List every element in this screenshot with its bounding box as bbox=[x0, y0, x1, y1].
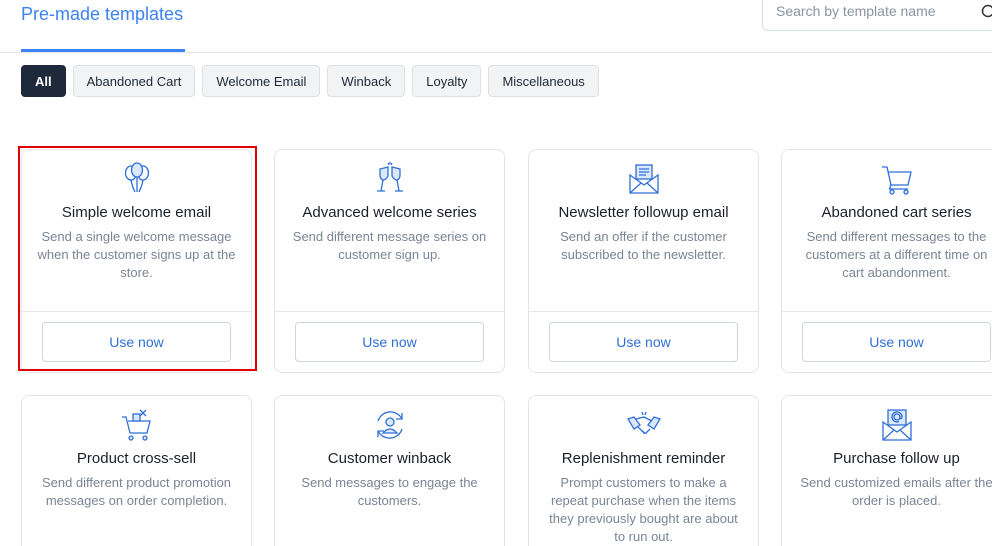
search-icon[interactable] bbox=[981, 4, 992, 20]
card-title: Simple welcome email bbox=[61, 204, 212, 221]
use-now-button[interactable]: Use now bbox=[295, 322, 484, 362]
shopping-cart-icon bbox=[881, 166, 912, 195]
top-bar: Pre-made templates bbox=[0, 0, 992, 53]
card-divider bbox=[529, 311, 758, 312]
template-card-product-cross-sell: Product cross-sell Send different produc… bbox=[21, 395, 252, 546]
card-description: Send an offer if the customer subscribed… bbox=[560, 229, 727, 262]
card-description: Send messages to engage the customers. bbox=[301, 475, 478, 508]
use-now-button[interactable]: Use now bbox=[42, 322, 231, 362]
customer-refresh-icon bbox=[376, 411, 403, 439]
use-now-button[interactable]: Use now bbox=[549, 322, 738, 362]
template-card-simple-welcome-email: Simple welcome email Send a single welco… bbox=[21, 149, 252, 373]
card-title: Advanced welcome series bbox=[302, 204, 477, 221]
balloons-icon bbox=[124, 162, 149, 193]
card-divider bbox=[275, 311, 504, 312]
filter-winback[interactable]: Winback bbox=[327, 65, 406, 97]
search-box bbox=[762, 0, 992, 31]
card-title: Replenishment reminder bbox=[561, 450, 726, 467]
active-tab-indicator bbox=[21, 49, 185, 52]
envelope-at-icon bbox=[881, 409, 912, 441]
card-description: Send a single welcome message when the c… bbox=[37, 229, 236, 280]
card-title: Product cross-sell bbox=[76, 450, 197, 467]
card-divider bbox=[22, 311, 251, 312]
filter-abandoned-cart[interactable]: Abandoned Cart bbox=[72, 65, 196, 97]
card-title: Newsletter followup email bbox=[558, 204, 729, 221]
tab-pre-made-templates[interactable]: Pre-made templates bbox=[21, 4, 183, 25]
card-divider bbox=[782, 311, 992, 312]
card-description: Send different product promotion message… bbox=[41, 475, 232, 508]
envelope-letter-icon bbox=[628, 164, 659, 194]
card-description: Prompt customers to make a repeat purcha… bbox=[549, 475, 738, 544]
use-now-button[interactable]: Use now bbox=[802, 322, 991, 362]
filter-all[interactable]: All bbox=[21, 65, 66, 97]
filter-loyalty[interactable]: Loyalty bbox=[412, 65, 482, 97]
template-card-replenishment-reminder: Replenishment reminder Prompt customers … bbox=[528, 395, 759, 546]
cart-crosssell-icon bbox=[121, 409, 151, 441]
card-description: Send customized emails after the order i… bbox=[800, 475, 992, 508]
template-card-abandoned-cart-series: Abandoned cart series Send different mes… bbox=[781, 149, 992, 373]
filter-chips: All Abandoned Cart Welcome Email Winback… bbox=[21, 65, 599, 97]
filter-miscellaneous[interactable]: Miscellaneous bbox=[488, 65, 599, 97]
card-title: Customer winback bbox=[327, 450, 452, 467]
card-description: Send different messages to the customers… bbox=[805, 229, 988, 280]
card-description: Send different message series on custome… bbox=[292, 229, 487, 262]
filter-welcome-email[interactable]: Welcome Email bbox=[202, 65, 321, 97]
template-card-customer-winback: Customer winback Send messages to engage… bbox=[274, 395, 505, 546]
template-card-newsletter-followup-email: Newsletter followup email Send an offer … bbox=[528, 149, 759, 373]
card-title: Purchase follow up bbox=[833, 450, 960, 467]
handshake-icon bbox=[626, 411, 661, 434]
template-card-purchase-follow-up: Purchase follow up Send customized email… bbox=[781, 395, 992, 546]
card-title: Abandoned cart series bbox=[821, 204, 972, 221]
search-input[interactable] bbox=[776, 3, 976, 19]
champagne-glasses-icon bbox=[376, 162, 403, 192]
template-card-advanced-welcome-series: Advanced welcome series Send different m… bbox=[274, 149, 505, 373]
